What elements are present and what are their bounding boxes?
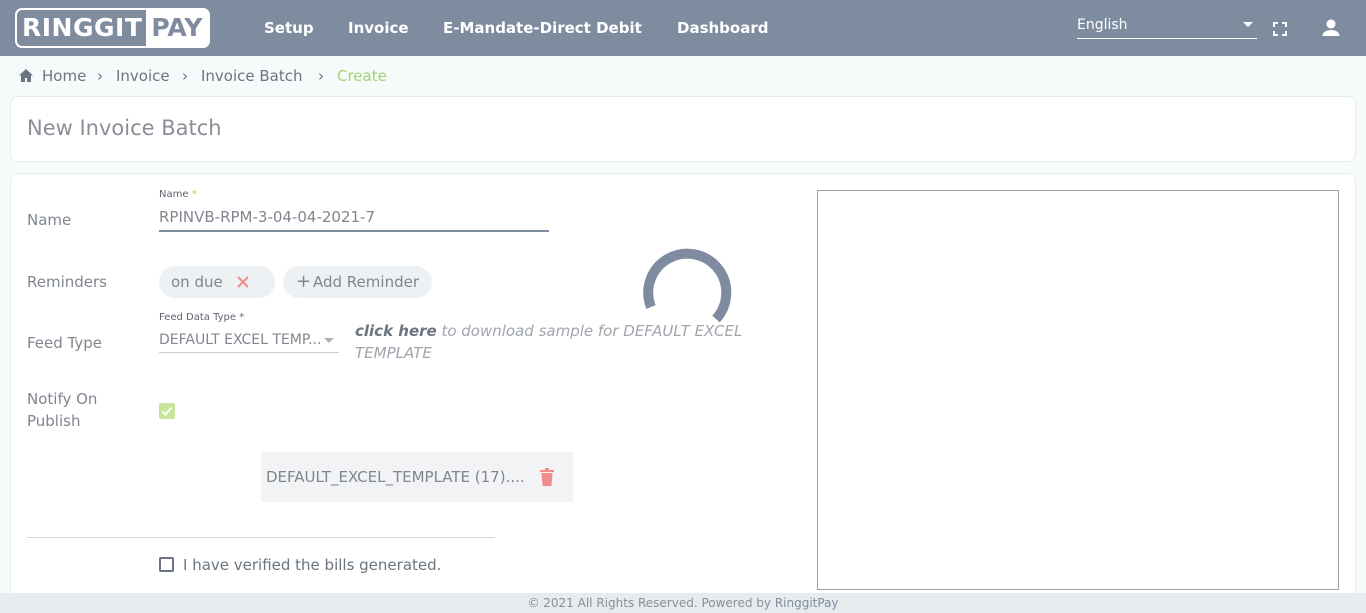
chevron-right-icon: › [97,67,103,85]
user-account-icon[interactable] [1321,18,1341,38]
preview-panel [817,190,1339,590]
chevron-down-icon [324,338,334,343]
name-input[interactable] [159,204,549,232]
feed-data-type-select[interactable]: DEFAULT EXCEL TEMP... [159,328,339,353]
nav-e-mandate[interactable]: E-Mandate-Direct Debit [443,0,642,56]
language-select[interactable]: English [1077,13,1257,39]
feed-type-row-label: Feed Type [27,334,103,352]
language-value: English [1077,17,1128,33]
close-icon[interactable] [236,275,250,289]
notify-on-publish-label: Notify On Publish [27,390,98,430]
footer: © 2021 All Rights Reserved. Powered by R… [0,593,1366,613]
uploaded-file: DEFAULT_EXCEL_TEMPLATE (17).... [261,452,573,502]
fullscreen-icon[interactable] [1273,22,1287,36]
reminder-chip-on-due: on due [159,266,275,298]
loading-spinner-icon [643,248,732,323]
trash-icon[interactable] [540,468,554,486]
footer-brand-link[interactable]: RinggitPay [775,596,839,610]
home-icon[interactable] [18,68,34,83]
file-name: DEFAULT_EXCEL_TEMPLATE (17).... [266,468,525,486]
reminders-row-label: Reminders [27,273,107,291]
name-row-label: Name [27,211,72,229]
reminder-chip-label: on due [171,273,223,291]
footer-text: © 2021 All Rights Reserved. Powered by [527,596,775,610]
logo-text-ringgit: RINGGIT [22,13,143,42]
verify-bills-label: I have verified the bills generated. [183,556,442,574]
ringgitpay-logo[interactable]: RINGGIT PAY [15,8,211,48]
breadcrumb-invoice[interactable]: Invoice [116,66,170,86]
notify-on-publish-checkbox[interactable] [159,403,175,419]
nav-invoice[interactable]: Invoice [348,0,409,56]
check-icon [161,406,173,416]
chevron-right-icon: › [318,67,324,85]
verify-bills-checkbox[interactable] [159,557,174,572]
plus-icon: + [296,271,312,292]
page-title: New Invoice Batch [27,116,222,140]
feed-data-type-value: DEFAULT EXCEL TEMP... [159,332,322,348]
chevron-down-icon [1243,22,1253,27]
add-reminder-button[interactable]: + Add Reminder [283,266,432,298]
feed-data-type-label: Feed Data Type * [159,312,245,323]
nav-setup[interactable]: Setup [264,0,314,56]
chevron-right-icon: › [182,67,188,85]
logo-text-pay: PAY [146,10,209,46]
nav-dashboard[interactable]: Dashboard [677,0,768,56]
download-sample-link[interactable]: click here [355,322,437,340]
name-field-label: Name * [159,189,197,200]
top-navbar: RINGGIT PAY Setup Invoice E-Mandate-Dire… [0,0,1366,56]
breadcrumb-invoice-batch[interactable]: Invoice Batch [201,66,303,86]
add-reminder-label: Add Reminder [313,273,419,291]
breadcrumb-home[interactable]: Home [42,66,86,86]
divider [27,537,495,538]
breadcrumb-create: Create [337,67,387,85]
